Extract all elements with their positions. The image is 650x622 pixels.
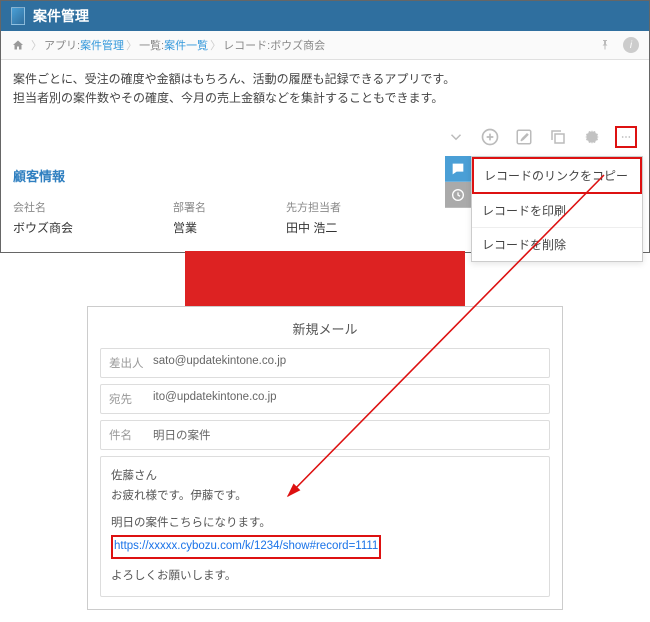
history-icon[interactable] — [445, 182, 471, 208]
mail-body-line: お疲れ様です。伊藤です。 — [111, 487, 539, 507]
chevron-right-icon: 〉 — [210, 37, 221, 53]
breadcrumb-app-link[interactable]: 案件管理 — [80, 37, 124, 53]
field-label-dept: 部署名 — [173, 199, 206, 215]
side-icons — [445, 156, 471, 208]
mail-body[interactable]: 佐藤さん お疲れ様です。伊藤です。 明日の案件こちらになります。 https:/… — [100, 456, 550, 597]
field-value-contact: 田中 浩二 — [286, 219, 341, 236]
breadcrumb-list-prefix: 一覧: — [139, 37, 164, 53]
app-logo-icon — [11, 7, 25, 25]
mail-from-value: sato@updatekintone.co.jp — [153, 355, 286, 371]
mail-to-row[interactable]: 宛先 ito@updatekintone.co.jp — [100, 384, 550, 414]
app-header: 案件管理 — [1, 1, 649, 31]
mail-to-label: 宛先 — [109, 391, 153, 407]
description-line: 担当者別の案件数やその確度、今月の売上金額などを集計することもできます。 — [13, 89, 637, 108]
menu-item-copy-link[interactable]: レコードのリンクをコピー — [472, 157, 642, 194]
mail-from-row[interactable]: 差出人 sato@updatekintone.co.jp — [100, 348, 550, 378]
field-label-contact: 先方担当者 — [286, 199, 341, 215]
mail-body-greeting: 佐藤さん — [111, 467, 539, 487]
mail-title: 新規メール — [100, 319, 550, 338]
mail-body-closing: よろしくお願いします。 — [111, 567, 539, 587]
app-title: 案件管理 — [33, 6, 89, 26]
breadcrumb: 〉 アプリ: 案件管理 〉 一覧: 案件一覧 〉 レコード: ボウズ商会 i — [1, 31, 649, 60]
chevron-right-icon: 〉 — [31, 37, 42, 53]
field-value-dept: 営業 — [173, 219, 206, 236]
field-value-company: ボウズ商会 — [13, 219, 73, 236]
field-label-company: 会社名 — [13, 199, 73, 215]
mail-from-label: 差出人 — [109, 355, 153, 371]
mail-body-link[interactable]: https://xxxxx.cybozu.com/k/1234/show#rec… — [114, 540, 378, 552]
record-toolbar — [1, 118, 649, 156]
breadcrumb-app-prefix: アプリ: — [44, 37, 80, 53]
comment-icon[interactable] — [445, 156, 471, 182]
breadcrumb-record: ボウズ商会 — [270, 37, 325, 53]
mail-subject-value: 明日の案件 — [153, 427, 211, 443]
chevron-right-icon: 〉 — [126, 37, 137, 53]
breadcrumb-record-prefix: レコード: — [223, 37, 270, 53]
info-icon[interactable]: i — [623, 37, 639, 53]
copy-icon[interactable] — [547, 126, 569, 148]
description-line: 案件ごとに、受注の確度や金額はもちろん、活動の履歴も記録できるアプリです。 — [13, 70, 637, 89]
mail-compose-card: 新規メール 差出人 sato@updatekintone.co.jp 宛先 it… — [87, 306, 563, 610]
more-icon[interactable] — [615, 126, 637, 148]
mail-to-value: ito@updatekintone.co.jp — [153, 391, 277, 407]
record-dropdown-menu: レコードのリンクをコピー レコードを印刷 レコードを削除 — [471, 156, 643, 262]
mail-body-line: 明日の案件こちらになります。 — [111, 514, 539, 534]
mail-subject-row[interactable]: 件名 明日の案件 — [100, 420, 550, 450]
gear-icon[interactable] — [581, 126, 603, 148]
app-description: 案件ごとに、受注の確度や金額はもちろん、活動の履歴も記録できるアプリです。 担当… — [1, 60, 649, 118]
chevron-down-icon[interactable] — [445, 126, 467, 148]
mail-subject-label: 件名 — [109, 427, 153, 443]
add-icon[interactable] — [479, 126, 501, 148]
mail-link-highlight: https://xxxxx.cybozu.com/k/1234/show#rec… — [111, 535, 381, 559]
edit-icon[interactable] — [513, 126, 535, 148]
home-icon[interactable] — [11, 38, 25, 52]
breadcrumb-list-link[interactable]: 案件一覧 — [164, 37, 208, 53]
pin-icon[interactable] — [597, 37, 613, 53]
menu-item-print[interactable]: レコードを印刷 — [472, 194, 642, 228]
menu-item-delete[interactable]: レコードを削除 — [472, 228, 642, 261]
